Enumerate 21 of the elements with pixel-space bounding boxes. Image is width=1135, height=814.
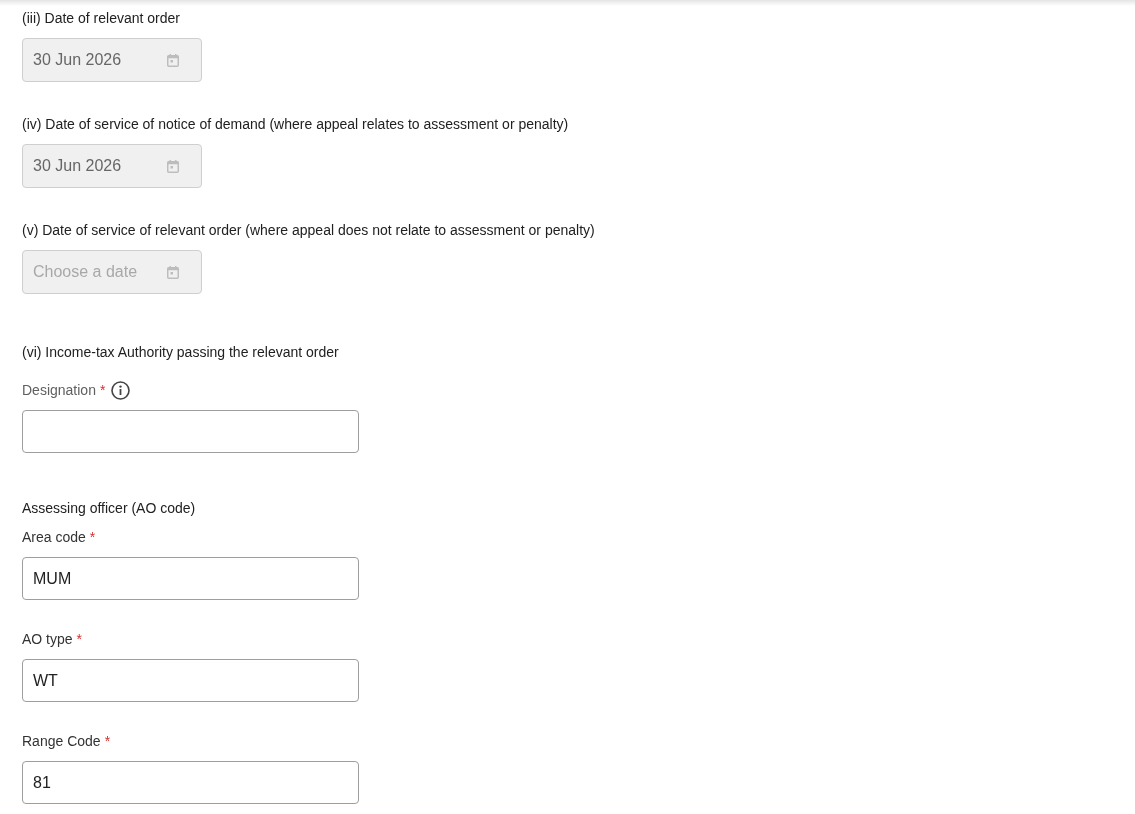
calendar-icon[interactable] [167,54,179,67]
text-field[interactable]: WT [22,659,359,702]
field-label: (iv) Date of service of notice of demand (where appeal relates to assessment or penalty) [22,115,569,134]
field-label: Area code [22,528,86,547]
required-mark: * [99,381,106,400]
required-mark: * [76,630,83,649]
field-label: Range Code [22,732,101,751]
text-field[interactable]: 81 [22,761,359,804]
required-mark: * [89,528,96,547]
required-mark: * [104,732,111,751]
calendar-icon[interactable] [167,266,179,279]
text-field[interactable]: MUM [22,557,359,600]
field-label: (v) Date of service of relevant order (where appeal does not relate to assessment or penalty) [22,221,595,240]
designation-field[interactable] [22,410,359,453]
field-label: Designation [22,381,96,400]
section-heading: (vi) Income-tax Authority passing the relevant order [22,343,339,362]
info-icon[interactable] [111,380,131,400]
section-heading: Assessing officer (AO code) [22,499,196,518]
field-label: AO type [22,630,73,649]
field-label: (iii) Date of relevant order [22,9,180,28]
calendar-icon[interactable] [167,160,179,173]
